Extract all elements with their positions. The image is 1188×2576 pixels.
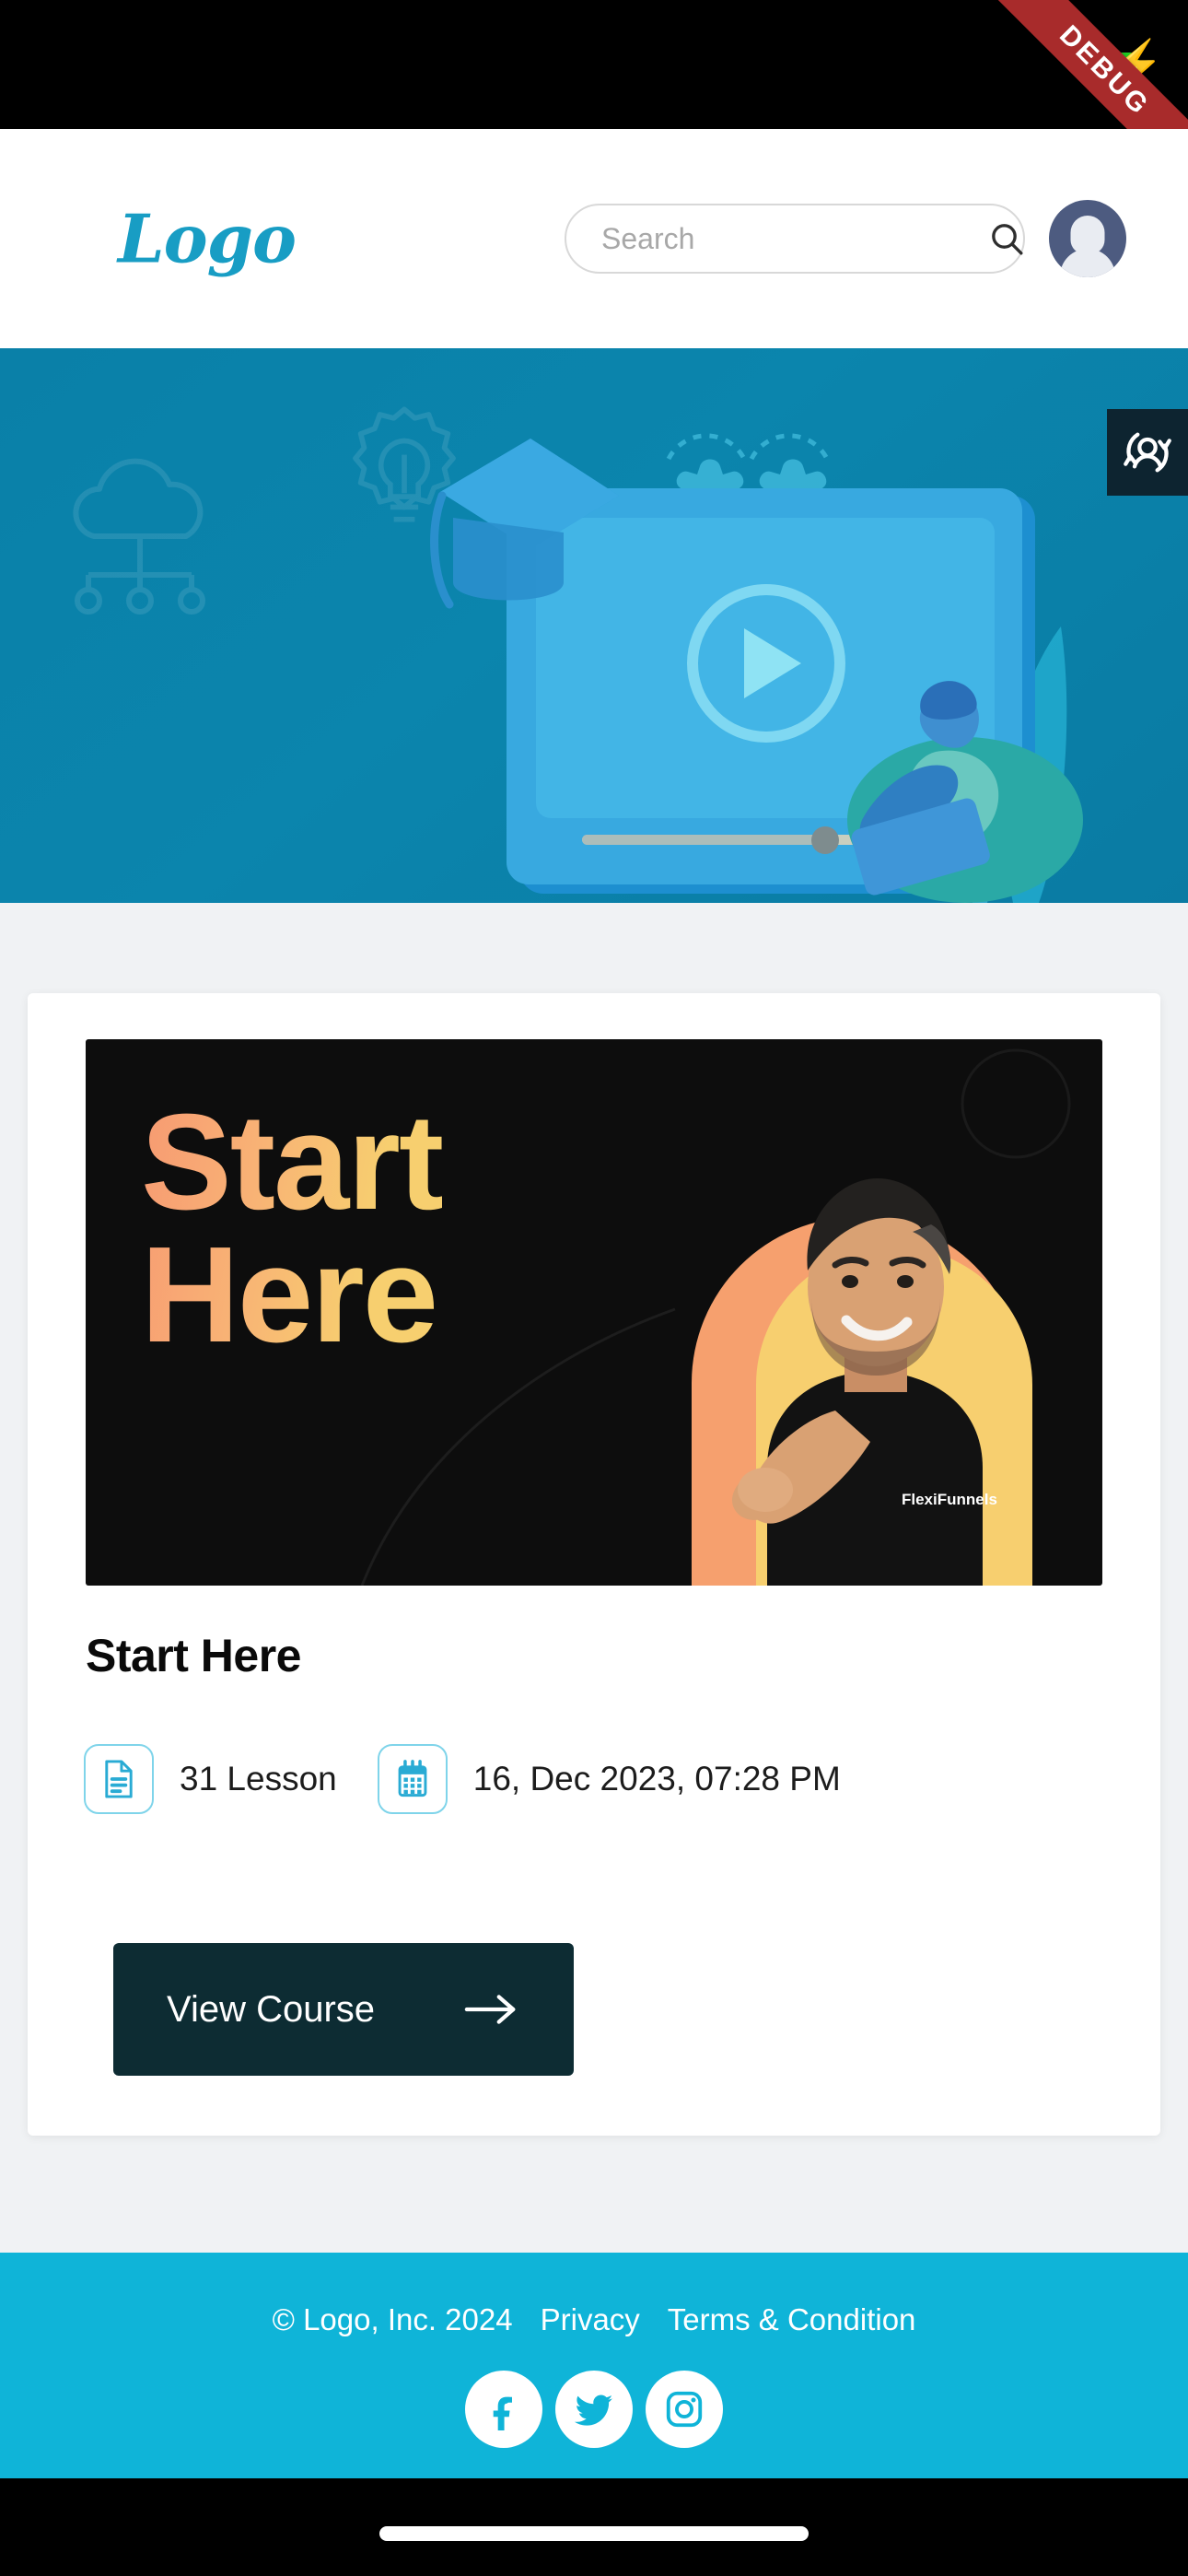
facebook-button[interactable] [465, 2371, 542, 2448]
instagram-button[interactable] [646, 2371, 723, 2448]
calendar-icon [398, 1760, 427, 1797]
course-title: Start Here [86, 1630, 302, 1681]
app-footer: © Logo, Inc. 2024 Privacy Terms & Condit… [0, 2253, 1188, 2478]
footer-copyright: © Logo, Inc. 2024 [272, 2302, 513, 2336]
meta-lessons-icon-box [84, 1744, 154, 1814]
arrow-right-icon [464, 1995, 516, 2024]
meta-lessons: 31 Lesson [84, 1744, 337, 1814]
cloud-network-icon [73, 458, 205, 615]
online-learning-illustration [430, 433, 1083, 903]
twitter-icon[interactable] [573, 2388, 615, 2430]
document-icon [105, 1760, 133, 1798]
home-indicator-area [0, 2478, 1188, 2576]
facebook-icon[interactable] [483, 2388, 525, 2430]
view-course-button[interactable]: View Course [113, 1943, 574, 2076]
instructor-photo: FlexiFunnels [692, 1178, 1032, 1586]
thumbnail-title-line1: Start [141, 1086, 443, 1238]
switch-account-button[interactable] [1107, 409, 1188, 496]
course-card[interactable]: Start Here FlexiFunnels Start Here 31 Le… [28, 993, 1160, 2136]
search-icon[interactable] [988, 220, 1025, 257]
social-links [0, 2371, 1188, 2448]
avatar-body-shape [1060, 249, 1115, 277]
course-meta-row: 31 Lesson 16, Dec 2023, 07:28 PM [84, 1744, 841, 1814]
app-header: Logo [0, 129, 1188, 348]
thumbnail-title: Start Here [141, 1096, 442, 1361]
app-root: ⚡ DEBUG Logo Search Start Here FlexiFunn… [0, 0, 1188, 2576]
brand-logo[interactable]: Logo [118, 200, 297, 278]
hero-banner [0, 348, 1188, 903]
meta-lessons-text: 31 Lesson [180, 1760, 337, 1797]
footer-links: © Logo, Inc. 2024 Privacy Terms & Condit… [0, 2302, 1188, 2337]
status-bar: ⚡ DEBUG [0, 0, 1188, 129]
home-indicator[interactable] [379, 2526, 809, 2541]
search-input[interactable] [601, 221, 988, 256]
footer-link-privacy[interactable]: Privacy [541, 2302, 640, 2337]
twitter-button[interactable] [555, 2371, 633, 2448]
shirt-brand-label: FlexiFunnels [902, 1491, 997, 1508]
course-thumbnail[interactable]: Start Here FlexiFunnels [86, 1039, 1102, 1586]
switch-account-icon[interactable] [1118, 423, 1177, 482]
user-avatar-icon[interactable] [1049, 200, 1126, 277]
thumbnail-title-line2: Here [141, 1218, 437, 1371]
search-bar[interactable] [565, 204, 1025, 274]
footer-link-terms[interactable]: Terms & Condition [668, 2302, 916, 2337]
view-course-label: View Course [167, 1988, 376, 2030]
meta-date: 16, Dec 2023, 07:28 PM [377, 1744, 841, 1814]
meta-date-text: 16, Dec 2023, 07:28 PM [472, 1760, 841, 1797]
instagram-icon[interactable] [663, 2388, 705, 2430]
main-content: Start Here FlexiFunnels Start Here 31 Le… [0, 903, 1188, 2253]
meta-date-icon-box [377, 1744, 448, 1814]
debug-ribbon-label: DEBUG [1054, 19, 1156, 122]
